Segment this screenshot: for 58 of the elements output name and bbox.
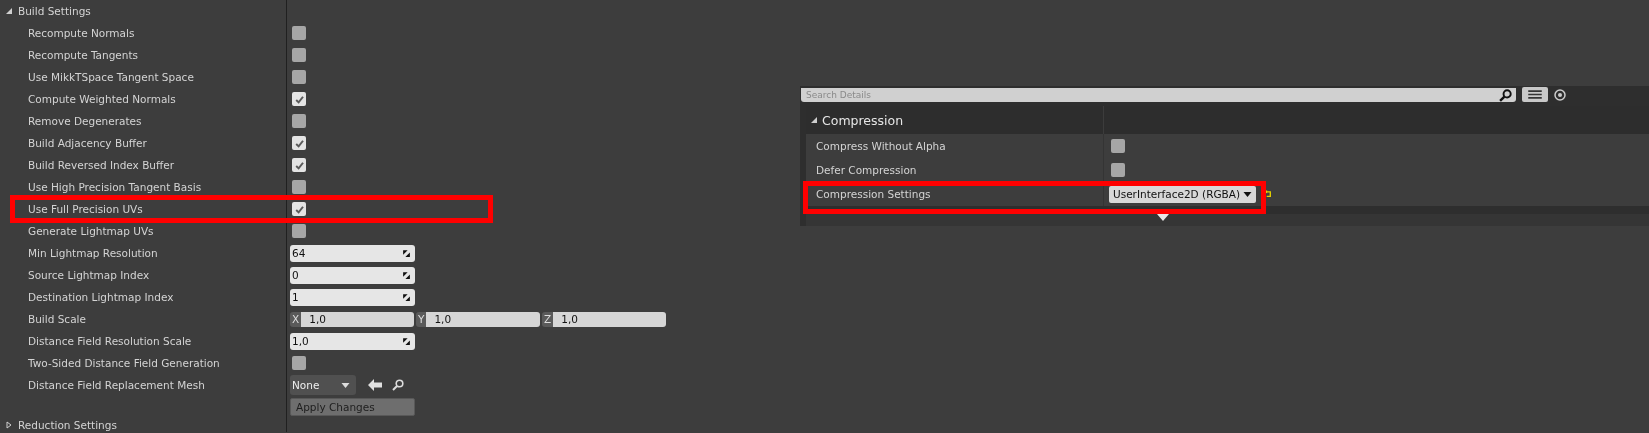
property-label: Build Reversed Index Buffer — [28, 159, 174, 171]
property-label: Build Scale — [28, 313, 86, 325]
property-label: Remove Degenerates — [28, 115, 142, 127]
checkbox[interactable] — [1111, 163, 1125, 177]
checkbox[interactable] — [292, 224, 306, 238]
checkbox[interactable] — [292, 70, 306, 84]
collapsed-triangle-icon[interactable] — [5, 421, 13, 429]
checkbox[interactable] — [292, 158, 306, 172]
property-label: Destination Lightmap Index — [28, 291, 174, 303]
checkbox[interactable] — [292, 92, 306, 106]
property-label: Recompute Normals — [28, 27, 135, 39]
property-label: Compute Weighted Normals — [28, 93, 176, 105]
checkbox[interactable] — [292, 180, 306, 194]
property-label: Use High Precision Tangent Basis — [28, 181, 202, 193]
property-label: Compress Without Alpha — [816, 140, 946, 152]
checkbox[interactable] — [292, 356, 306, 370]
search-icon[interactable] — [1499, 88, 1512, 102]
checkbox[interactable] — [292, 26, 306, 40]
arrow-left-icon[interactable] — [368, 379, 382, 391]
property-label: Distance Field Replacement Mesh — [28, 379, 205, 391]
property-label: Recompute Tangents — [28, 49, 139, 61]
section-title: Compression — [822, 112, 904, 128]
number-field[interactable]: 64 — [290, 244, 415, 262]
property-label: Source Lightmap Index — [28, 269, 150, 281]
property-label: Distance Field Resolution Scale — [28, 335, 192, 347]
search-field[interactable]: Search Details — [801, 87, 1516, 102]
asset-dropdown[interactable]: None — [290, 375, 356, 395]
property-label: Build Adjacency Buffer — [28, 137, 147, 149]
resize-handle-icon[interactable] — [402, 336, 411, 346]
property-label: Use MikkTSpace Tangent Space — [28, 71, 194, 83]
resize-handle-icon[interactable] — [402, 248, 411, 258]
property-label: Compression Settings — [816, 188, 931, 200]
checkbox[interactable] — [1111, 139, 1125, 153]
resize-handle-icon[interactable] — [402, 292, 411, 302]
expand-arrow-icon[interactable] — [1156, 214, 1169, 221]
caret-down-icon[interactable] — [1243, 191, 1253, 197]
number-field[interactable]: 0 — [290, 266, 415, 284]
checkbox[interactable] — [292, 114, 306, 128]
expanded-triangle-icon[interactable] — [810, 116, 818, 124]
property-label: Generate Lightmap UVs — [28, 225, 154, 237]
number-field[interactable]: 1,0 — [290, 332, 415, 350]
menu-lines-icon — [1528, 90, 1542, 99]
section-title: Build Settings — [18, 5, 91, 17]
checkbox[interactable] — [292, 48, 306, 62]
section-title: Reduction Settings — [18, 419, 117, 431]
checkbox[interactable] — [292, 202, 306, 216]
property-label: Two-Sided Distance Field Generation — [28, 357, 220, 369]
caret-down-icon[interactable] — [341, 382, 350, 388]
reset-arrow-icon[interactable] — [1264, 189, 1274, 199]
view-options-button[interactable] — [1522, 87, 1548, 102]
resize-handle-icon[interactable] — [402, 270, 411, 280]
property-label: Defer Compression — [816, 164, 917, 176]
property-label: Use Full Precision UVs — [28, 203, 143, 215]
number-field[interactable]: 1 — [290, 288, 415, 306]
search-icon[interactable] — [392, 379, 404, 391]
expanded-triangle-icon[interactable] — [5, 7, 13, 15]
checkbox[interactable] — [292, 136, 306, 150]
property-label: Min Lightmap Resolution — [28, 247, 158, 259]
